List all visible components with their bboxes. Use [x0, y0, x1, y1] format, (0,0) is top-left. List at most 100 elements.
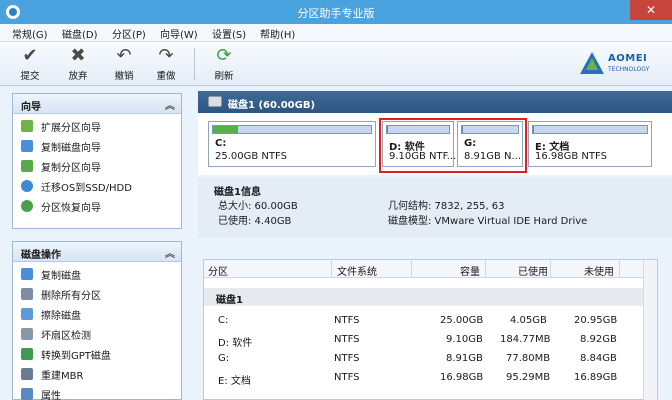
wizard-panel-header[interactable]: 向导 ︽ — [13, 94, 181, 114]
total-size: 总大小: 60.00GB — [218, 201, 298, 212]
cell-partition: E: 文档 — [218, 376, 251, 387]
copy-disk-icon — [21, 140, 33, 152]
wizard-item-copy-disk[interactable]: 复制磁盘向导 — [21, 136, 181, 156]
col-used[interactable]: 已使用 — [518, 263, 548, 278]
menu-settings[interactable]: 设置(S) — [212, 26, 246, 41]
disk-op-rebuild-mbr[interactable]: 重建MBR — [21, 364, 181, 384]
menu-wizard[interactable]: 向导(W) — [160, 26, 198, 41]
disk-op-copy-disk[interactable]: 复制磁盘 — [21, 264, 181, 284]
menu-disk[interactable]: 磁盘(D) — [62, 26, 98, 41]
menu-help[interactable]: 帮助(H) — [260, 26, 295, 41]
column-divider — [331, 260, 332, 278]
bad-sector-icon — [21, 328, 33, 340]
aomei-logo: AOMEI TECHNOLOGY — [580, 48, 660, 80]
close-button[interactable]: ✕ — [630, 0, 672, 20]
table-row[interactable]: E: 文档 NTFS 16.98GB 95.29MB 16.89GB — [204, 369, 643, 387]
disk-op-wipe[interactable]: 擦除磁盘 — [21, 304, 181, 324]
toolbar-separator — [194, 48, 195, 80]
discard-icon: ✖ — [70, 45, 86, 66]
disk-op-label: 擦除磁盘 — [41, 310, 81, 322]
usage-bar — [532, 125, 648, 134]
wizard-item-copy-partition[interactable]: 复制分区向导 — [21, 156, 181, 176]
hard-disk-icon — [208, 96, 222, 107]
logo-name: AOMEI — [608, 53, 648, 64]
check-icon: ✔ — [22, 45, 38, 66]
table-row[interactable]: C: NTFS 25.00GB 4.05GB 20.95GB — [204, 312, 643, 330]
cell-partition: G: — [218, 353, 230, 364]
partition-block-e[interactable]: E: 文档 16.98GB NTFS — [528, 121, 652, 167]
undo-label: 撤销 — [114, 71, 134, 82]
logo-accent-icon — [586, 58, 598, 70]
table-header: 分区 文件系统 容量 已使用 未使用 — [204, 260, 657, 278]
wizard-item-extend[interactable]: 扩展分区向导 — [21, 116, 181, 136]
menu-general[interactable]: 常规(G) — [12, 26, 48, 41]
disk-op-convert-gpt[interactable]: 转换到GPT磁盘 — [21, 344, 181, 364]
disk-op-properties[interactable]: 属性 — [21, 384, 181, 400]
wizard-item-migrate-os[interactable]: 迁移OS到SSD/HDD — [21, 176, 181, 196]
refresh-button[interactable]: ⟳ 刷新 — [206, 45, 242, 83]
disk-operations-panel: 磁盘操作 ︽ 复制磁盘 删除所有分区 擦除磁盘 坏扇区检测 转换到GPT磁盘 重… — [12, 241, 182, 400]
col-filesystem[interactable]: 文件系统 — [337, 263, 377, 278]
col-free[interactable]: 未使用 — [584, 263, 614, 278]
menu-bar: 常规(G) 磁盘(D) 分区(P) 向导(W) 设置(S) 帮助(H) — [0, 24, 672, 42]
disk-ops-list: 复制磁盘 删除所有分区 擦除磁盘 坏扇区检测 转换到GPT磁盘 重建MBR 属性 — [13, 262, 181, 400]
disk-op-label: 属性 — [41, 390, 61, 400]
copy-disk-icon — [21, 268, 33, 280]
properties-icon — [21, 388, 33, 400]
migrate-os-icon — [21, 180, 33, 192]
disk-ops-panel-title: 磁盘操作 — [21, 250, 61, 261]
wizard-item-label: 扩展分区向导 — [41, 122, 101, 134]
apply-label: 提交 — [20, 71, 40, 82]
discard-button[interactable]: ✖ 放弃 — [60, 45, 96, 83]
window-title: 分区助手专业版 — [297, 7, 375, 20]
column-divider — [411, 260, 412, 278]
toolbar: ✔ 提交 ✖ 放弃 ↶ 撤销 ↷ 重做 ⟳ 刷新 AOMEI TECHNOLOG… — [0, 42, 672, 86]
menu-partition[interactable]: 分区(P) — [112, 26, 146, 41]
disk-group-row[interactable]: 磁盘1 — [204, 288, 643, 306]
redo-icon: ↷ — [158, 45, 174, 66]
refresh-label: 刷新 — [214, 71, 234, 82]
disk-header[interactable]: 磁盘1 (60.00GB) — [198, 91, 672, 113]
title-bar: 分区助手专业版 ✕ — [0, 0, 672, 24]
partition-recovery-icon — [21, 200, 33, 212]
cell-capacity: 16.98GB — [440, 372, 484, 383]
disk-op-label: 坏扇区检测 — [41, 330, 91, 342]
cell-capacity: 8.91GB — [446, 353, 483, 364]
wizard-item-recover[interactable]: 分区恢复向导 — [21, 196, 181, 216]
disk-geometry: 几何结构: 7832, 255, 63 — [388, 201, 505, 212]
apply-button[interactable]: ✔ 提交 — [12, 45, 48, 83]
copy-partition-icon — [21, 160, 33, 172]
highlight-box — [379, 118, 527, 173]
delete-partitions-icon — [21, 288, 33, 300]
redo-button[interactable]: ↷ 重做 — [148, 45, 184, 83]
column-divider — [550, 260, 551, 278]
disk-model: 磁盘模型: VMware Virtual IDE Hard Drive — [388, 216, 588, 227]
cell-free: 8.84GB — [580, 353, 617, 364]
wizard-item-label: 分区恢复向导 — [41, 202, 101, 214]
cell-filesystem: NTFS — [334, 372, 360, 383]
convert-gpt-icon — [21, 348, 33, 360]
disk-op-bad-sector[interactable]: 坏扇区检测 — [21, 324, 181, 344]
cell-partition: C: — [218, 315, 229, 326]
collapse-icon[interactable]: ︽ — [165, 245, 175, 260]
logo-tagline: TECHNOLOGY — [608, 66, 650, 73]
cell-capacity: 9.10GB — [446, 334, 483, 345]
disk-op-delete-all[interactable]: 删除所有分区 — [21, 284, 181, 304]
cell-free: 16.89GB — [574, 372, 618, 383]
vertical-scrollbar[interactable] — [643, 260, 657, 400]
wizard-item-label: 复制磁盘向导 — [41, 142, 101, 154]
refresh-icon: ⟳ — [216, 45, 232, 66]
col-capacity[interactable]: 容量 — [460, 263, 480, 278]
disk-info: 磁盘1信息 总大小: 60.00GB 已使用: 4.40GB 几何结构: 783… — [198, 177, 672, 237]
disk-ops-panel-header[interactable]: 磁盘操作 ︽ — [13, 242, 181, 262]
wizard-panel: 向导 ︽ 扩展分区向导 复制磁盘向导 复制分区向导 迁移OS到SSD/HDD 分… — [12, 93, 182, 229]
table-row[interactable]: G: NTFS 8.91GB 77.80MB 8.84GB — [204, 350, 643, 368]
undo-button[interactable]: ↶ 撤销 — [106, 45, 142, 83]
col-partition[interactable]: 分区 — [208, 263, 228, 278]
collapse-icon[interactable]: ︽ — [165, 97, 175, 112]
disk-op-label: 转换到GPT磁盘 — [41, 350, 111, 362]
partition-block-c[interactable]: C: 25.00GB NTFS — [208, 121, 376, 167]
usage-bar — [212, 125, 372, 134]
undo-icon: ↶ — [116, 45, 132, 66]
table-row[interactable]: D: 软件 NTFS 9.10GB 184.77MB 8.92GB — [204, 331, 643, 349]
